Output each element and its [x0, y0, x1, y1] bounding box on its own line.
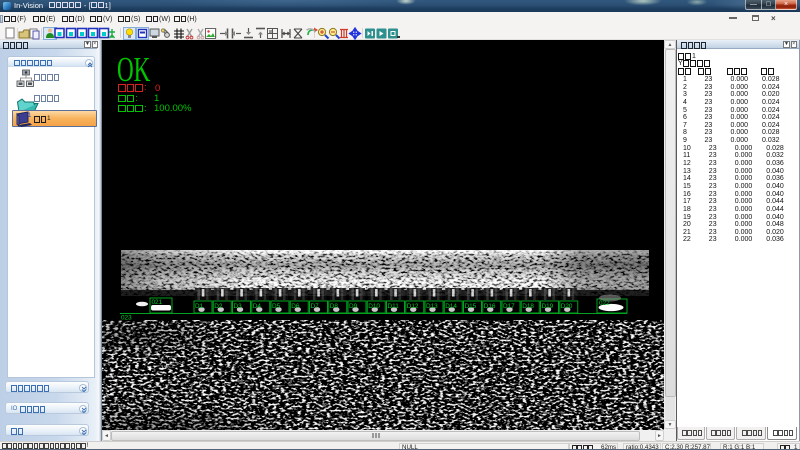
svg-text:D4: D4: [253, 303, 262, 310]
svg-text:D12: D12: [407, 303, 419, 310]
svg-text:D10: D10: [368, 303, 380, 310]
svg-text:023: 023: [121, 315, 132, 322]
svg-text:D8: D8: [330, 303, 339, 310]
svg-text:D19: D19: [542, 303, 554, 310]
svg-text:D3: D3: [234, 303, 243, 310]
svg-text:D2: D2: [214, 303, 223, 310]
svg-text:D20: D20: [561, 303, 573, 310]
svg-text:D7: D7: [311, 303, 320, 310]
svg-text:D15: D15: [465, 303, 477, 310]
svg-text:D6: D6: [291, 303, 300, 310]
svg-text:D5: D5: [272, 303, 281, 310]
svg-text:D11: D11: [388, 303, 400, 310]
svg-text:022: 022: [599, 300, 610, 307]
svg-text:D1: D1: [195, 303, 204, 310]
svg-text:021: 021: [152, 299, 163, 306]
svg-text:D16: D16: [484, 303, 496, 310]
svg-text:D17: D17: [503, 303, 515, 310]
svg-text:D13: D13: [426, 303, 438, 310]
svg-text:D9: D9: [349, 303, 358, 310]
svg-text:D18: D18: [522, 303, 534, 310]
svg-text:D14: D14: [445, 303, 457, 310]
